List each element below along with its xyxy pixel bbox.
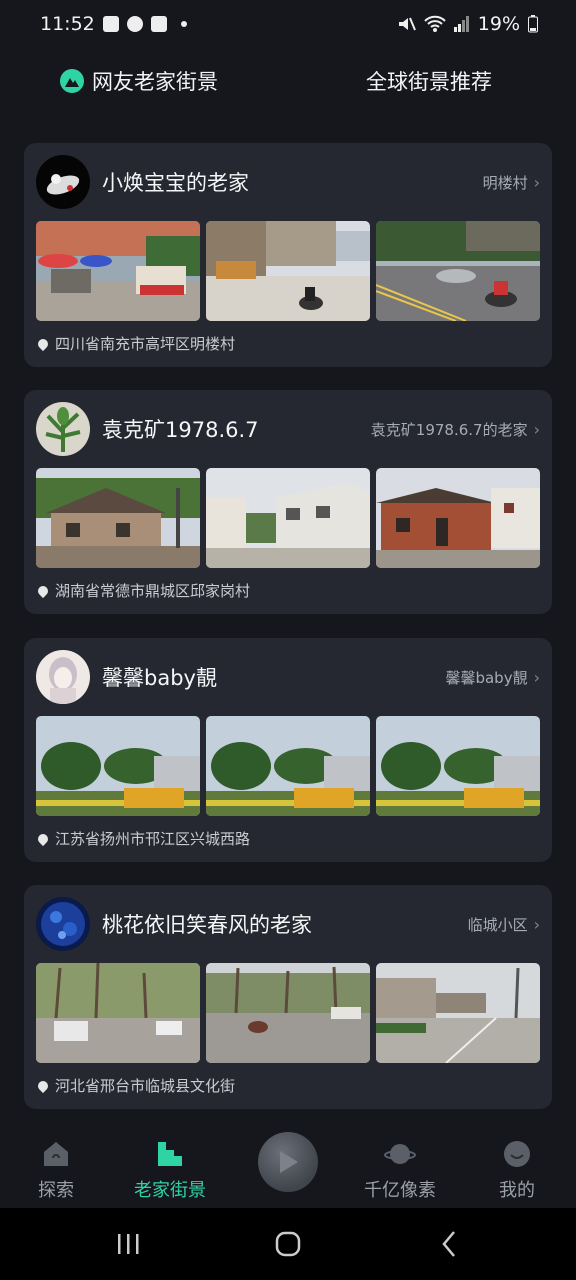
street-photo[interactable] (36, 221, 200, 321)
card-title: 桃花依旧笑春风的老家 (102, 913, 312, 937)
card-title: 小焕宝宝的老家 (102, 171, 249, 195)
tab-global-label: 全球街景推荐 (366, 70, 492, 94)
explore-icon (44, 1142, 68, 1166)
nav-hometown[interactable]: 老家街景 (134, 1138, 206, 1202)
nav-pixels-label: 千亿像素 (364, 1180, 436, 1201)
chevron-right-icon: › (533, 172, 540, 192)
avatar[interactable] (36, 897, 90, 951)
battery-icon (528, 15, 538, 33)
battery-percent: 19% (477, 13, 520, 35)
hometown-icon (158, 1142, 182, 1166)
nav-explore-label: 探索 (38, 1180, 74, 1201)
location-label: 四川省南充市高坪区明楼村 (55, 335, 236, 353)
hometown-card[interactable]: 馨馨baby靚 馨馨baby靚 › 江苏省扬州市邗江区兴城西路 (24, 638, 552, 862)
nav-pixels[interactable]: 千亿像素 (364, 1138, 436, 1202)
card-link[interactable]: 临城小区 › (468, 914, 540, 935)
cloud-icon (126, 16, 143, 32)
card-link[interactable]: 袁克矿1978.6.7的老家 › (371, 419, 540, 440)
location: 四川省南充市高坪区明楼村 (35, 333, 236, 354)
top-tabs: 网友老家街景 全球街景推荐 (0, 56, 576, 106)
avatar[interactable] (36, 155, 90, 209)
location-pin-icon (35, 831, 51, 846)
status-bar: 11:52 19% (0, 0, 576, 48)
location: 江苏省扬州市邗江区兴城西路 (35, 828, 251, 849)
tab-hometown-label: 网友老家街景 (92, 70, 218, 94)
street-photo[interactable] (36, 468, 200, 568)
street-photo[interactable] (206, 963, 370, 1063)
app-logo-icon (60, 69, 84, 93)
avatar[interactable] (36, 402, 90, 456)
street-photo[interactable] (206, 716, 370, 816)
planet-icon (384, 1144, 416, 1164)
location-label: 江苏省扬州市邗江区兴城西路 (55, 830, 251, 848)
profile-icon (504, 1141, 530, 1167)
avatar[interactable] (36, 650, 90, 704)
street-photo[interactable] (36, 963, 200, 1063)
tab-hometown-streetview[interactable]: 网友老家街景 (60, 66, 218, 96)
nav-explore[interactable]: 探索 (38, 1138, 74, 1202)
status-time: 11:52 (40, 13, 95, 35)
card-link-label: 明楼村 (482, 173, 528, 192)
street-photo[interactable] (206, 468, 370, 568)
notification-dot-icon (180, 21, 187, 27)
play-icon (280, 1151, 298, 1173)
location: 河北省邢台市临城县文化街 (35, 1075, 236, 1096)
back-icon[interactable] (434, 1228, 466, 1260)
hometown-card[interactable]: 小焕宝宝的老家 明楼村 › 四川省南充市高坪区明楼村 (24, 143, 552, 367)
chevron-right-icon: › (533, 419, 540, 439)
nav-mine-label: 我的 (499, 1180, 535, 1201)
location-label: 湖南省常德市鼎城区邱家岗村 (55, 582, 251, 600)
system-nav-bar (0, 1208, 576, 1280)
nav-mine[interactable]: 我的 (499, 1138, 535, 1202)
recents-icon[interactable] (112, 1228, 144, 1260)
nav-hometown-label: 老家街景 (134, 1180, 206, 1201)
card-link[interactable]: 明楼村 › (483, 172, 540, 193)
bottom-nav: 探索 老家街景 千亿像素 我的 (0, 1122, 576, 1208)
play-button[interactable] (258, 1132, 318, 1192)
street-photo[interactable] (376, 468, 540, 568)
wifi-icon (424, 15, 446, 32)
card-link-label: 袁克矿1978.6.7的老家 (370, 420, 528, 439)
location-pin-icon (35, 1078, 51, 1093)
location: 湖南省常德市鼎城区邱家岗村 (35, 580, 251, 601)
card-link-label: 临城小区 (467, 915, 528, 934)
gallery-icon (102, 16, 119, 32)
hometown-card[interactable]: 桃花依旧笑春风的老家 临城小区 › 河北省邢台市临城县文化街 (24, 885, 552, 1109)
card-link-label: 馨馨baby靚 (445, 668, 528, 687)
location-label: 河北省邢台市临城县文化街 (55, 1077, 236, 1095)
check-icon (150, 16, 167, 32)
street-photo[interactable] (36, 716, 200, 816)
card-title: 袁克矿1978.6.7 (102, 418, 259, 442)
tab-global-recommend[interactable]: 全球街景推荐 (366, 66, 492, 96)
location-pin-icon (35, 583, 51, 598)
mute-icon (398, 17, 416, 31)
chevron-right-icon: › (533, 914, 540, 934)
chevron-right-icon: › (533, 667, 540, 687)
street-photo[interactable] (376, 221, 540, 321)
street-photo[interactable] (206, 221, 370, 321)
hometown-card[interactable]: 袁克矿1978.6.7 袁克矿1978.6.7的老家 › 湖南省常德市鼎城区邱家岗… (24, 390, 552, 614)
card-link[interactable]: 馨馨baby靚 › (445, 667, 540, 688)
street-photo[interactable] (376, 963, 540, 1063)
home-icon[interactable] (272, 1228, 304, 1260)
location-pin-icon (35, 336, 51, 351)
signal-icon (453, 16, 469, 32)
card-title: 馨馨baby靚 (102, 666, 217, 690)
street-photo[interactable] (376, 716, 540, 816)
